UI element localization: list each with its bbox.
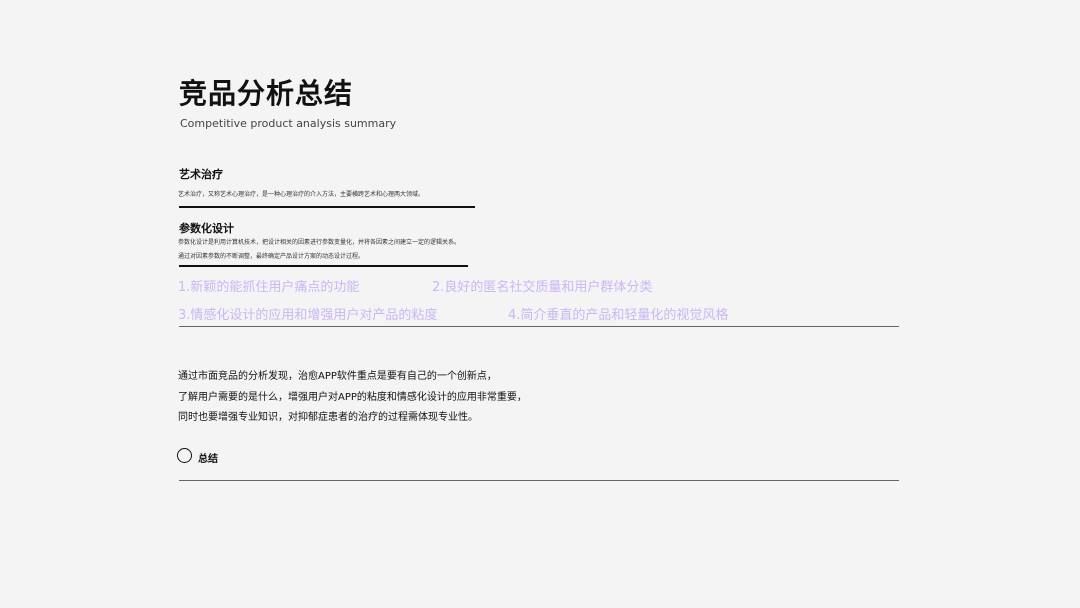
- section-heading-art-therapy: 艺术治疗: [179, 168, 223, 181]
- feature-item: 2.良好的匿名社交质量和用户群体分类: [432, 280, 653, 295]
- page-title: 竞品分析总结: [179, 77, 354, 110]
- feature-item: 1.新颖的能抓住用户痛点的功能: [178, 280, 360, 295]
- summary-paragraph-line: 通过市面竞品的分析发现，治愈APP软件重点是要有自己的一个创新点，: [178, 371, 497, 382]
- section-heading-parametric-design: 参数化设计: [179, 222, 234, 235]
- feature-item: 4.简介垂直的产品和轻量化的视觉风格: [508, 308, 729, 323]
- section-description-parametric-design: 通过对因素参数的不断调整，最终确定产品设计方案的动态设计过程。: [178, 253, 365, 260]
- section-divider: [179, 265, 468, 267]
- summary-paragraph-line: 同时也要增强专业知识，对抑郁症患者的治疗的过程需体现专业性。: [178, 412, 478, 423]
- circle-icon: [177, 448, 192, 463]
- page-subtitle: Competitive product analysis summary: [180, 117, 397, 130]
- section-description-parametric-design: 参数化设计是利用计算机技术，把设计相关的因素进行参数变量化，并将各因素之间建立一…: [178, 239, 461, 246]
- summary-label: 总结: [198, 454, 218, 465]
- features-divider: [179, 326, 899, 327]
- summary-divider: [179, 480, 899, 481]
- section-divider: [179, 206, 475, 208]
- summary-paragraph-line: 了解用户需要的是什么，增强用户对APP的粘度和情感化设计的应用非常重要，: [178, 392, 527, 403]
- feature-item: 3.情感化设计的应用和增强用户对产品的粘度: [178, 308, 438, 323]
- section-description-art-therapy: 艺术治疗，又称艺术心理治疗，是一种心理治疗的介入方法，主要横跨艺术和心理两大领域…: [178, 191, 425, 198]
